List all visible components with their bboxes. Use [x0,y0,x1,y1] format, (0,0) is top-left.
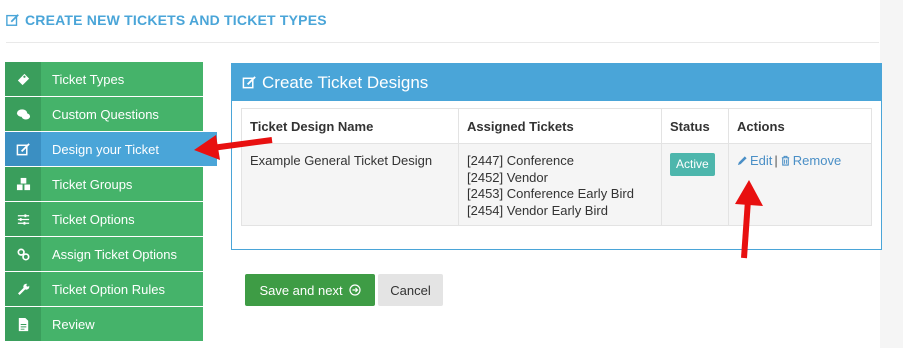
edit-icon [242,76,256,89]
status-cell: Active [661,143,729,226]
sidebar: Ticket Types Custom Questions Design you… [5,62,217,342]
sidebar-item-label: Custom Questions [52,106,159,122]
column-header: Status [661,108,729,144]
cubes-icon [16,177,30,190]
panel-title: Create Ticket Designs [262,72,429,92]
save-and-next-button[interactable]: Save and next [245,274,375,306]
panel-header: Create Ticket Designs [232,64,881,101]
sidebar-item-label: Assign Ticket Options [52,246,177,262]
ticket-entry: [2454] Vendor Early Bird [467,202,608,218]
ticket-designs-panel: Create Ticket Designs Ticket Design Name… [231,63,882,250]
edit-icon [6,14,19,26]
sidebar-item-label: Ticket Option Rules [52,281,165,297]
sidebar-item-ticket-options[interactable]: Ticket Options [5,202,203,237]
design-name: Example General Ticket Design [241,143,459,226]
remove-link[interactable]: Remove [780,153,841,168]
sidebar-item-review[interactable]: Review [5,307,203,342]
actions-cell: Edit | Remove [728,143,872,226]
table-row: Example General Ticket Design [2447] Con… [241,143,872,226]
column-header: Assigned Tickets [458,108,662,144]
remove-label: Remove [792,153,842,168]
sidebar-item-ticket-groups[interactable]: Ticket Groups [5,167,203,202]
ticket-designs-table: Ticket Design Name Assigned Tickets Stat… [241,108,872,226]
ticket-icon [17,73,29,85]
page-title: CREATE NEW TICKETS AND TICKET TYPES [6,10,327,30]
edit-link[interactable]: Edit [737,153,772,168]
pencil-icon [737,156,747,166]
sidebar-item-ticket-option-rules[interactable]: Ticket Option Rules [5,272,203,307]
page-title-text: CREATE NEW TICKETS AND TICKET TYPES [25,12,327,28]
sidebar-item-label: Design your Ticket [52,141,159,157]
sidebar-item-design-your-ticket[interactable]: Design your Ticket [5,132,217,167]
ticket-entry: [2453] Conference Early Bird [467,186,634,201]
sidebar-item-assign-ticket-options[interactable]: Assign Ticket Options [5,237,203,272]
column-header: Actions [728,108,872,144]
wrench-icon [17,283,29,295]
trash-icon [781,155,789,166]
edit-icon [16,142,30,155]
sidebar-item-custom-questions[interactable]: Custom Questions [5,97,203,132]
title-divider [6,42,879,43]
arrow-circle-right-icon [348,284,361,296]
sidebar-item-label: Ticket Types [52,71,125,87]
sliders-icon [17,213,29,225]
edit-label: Edit [750,153,773,168]
sidebar-item-label: Review [52,316,95,332]
link-icon [17,248,29,260]
comments-icon [16,108,30,119]
sidebar-item-ticket-types[interactable]: Ticket Types [5,62,203,97]
sidebar-item-label: Ticket Options [52,211,135,227]
file-icon [18,317,28,331]
cancel-button[interactable]: Cancel [378,274,443,306]
ticket-entry: [2452] Vendor [467,169,548,185]
right-scroll-strip [880,0,903,348]
save-and-next-label: Save and next [259,282,343,298]
ticket-entry: [2447] Conference [467,153,574,168]
cancel-label: Cancel [390,282,431,298]
assigned-tickets: [2447] Conference [2452] Vendor [2453] C… [458,143,662,226]
sidebar-item-label: Ticket Groups [52,176,133,192]
status-badge: Active [670,153,715,176]
column-header: Ticket Design Name [241,108,459,144]
action-separator: | [774,153,778,168]
